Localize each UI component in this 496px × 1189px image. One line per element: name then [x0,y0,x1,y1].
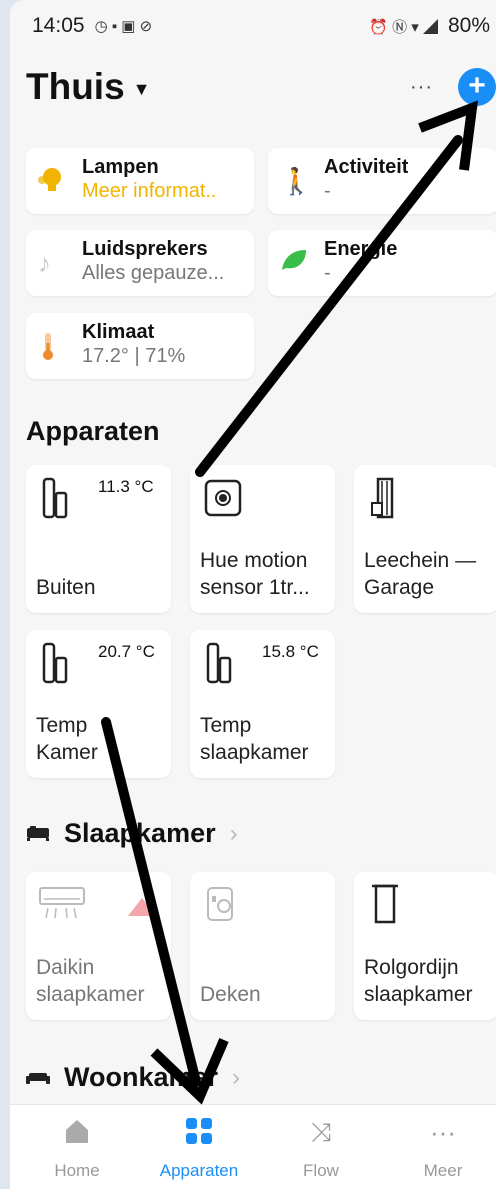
arrow-line-down [101,717,201,1087]
annotation-arrows [101,100,479,1105]
arrow-line-up [195,135,463,477]
app-screen: 14:05 ◷ ▪ ▣ ⊘ ⏰ Ⓝ ▾ ◢ 80% Thuis ▼ ··· + … [10,0,496,1189]
